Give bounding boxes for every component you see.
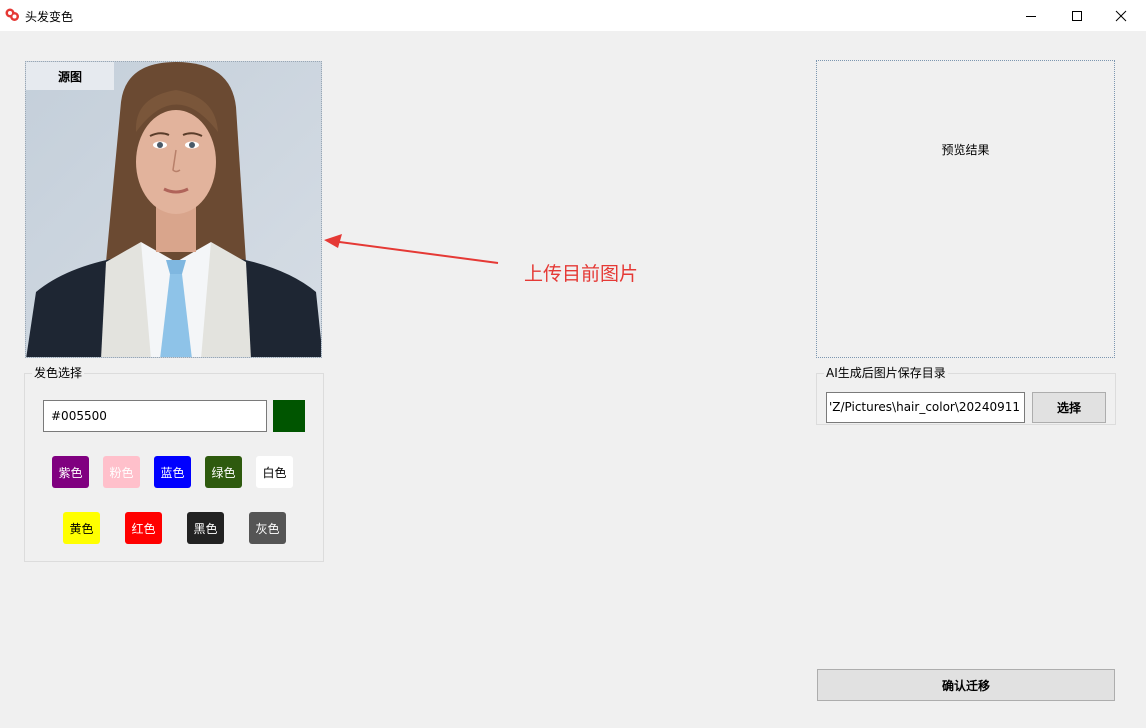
close-button[interactable] [1099,0,1143,31]
confirm-transfer-button[interactable]: 确认迁移 [817,669,1115,701]
title-bar: 头发变色 [0,0,1146,31]
preview-result-panel: 预览结果 [816,60,1115,358]
preview-result-label: 预览结果 [941,142,990,157]
preset-yellow-button[interactable]: 黄色 [63,512,100,544]
annotation-arrow [324,234,499,264]
preset-green-button[interactable]: 绿色 [205,456,242,488]
close-icon [1115,10,1127,21]
preset-black-button[interactable]: 黑色 [187,512,224,544]
preset-purple-button[interactable]: 紫色 [52,456,89,488]
save-dir-group: AI生成后图片保存目录 'Z/Pictures\hair_color\20240… [816,366,1116,425]
source-portrait-image [26,62,321,357]
save-dir-path-text: 'Z/Pictures\hair_color\20240911 [828,400,1020,414]
maximize-icon [1072,10,1082,21]
save-dir-group-title: AI生成后图片保存目录 [824,366,948,380]
hair-color-group-title: 发色选择 [32,366,85,380]
hex-color-input[interactable]: #005500 [43,400,267,432]
source-image-tab[interactable]: 源图 [26,62,114,90]
source-image-panel[interactable]: 源图 [25,61,322,358]
preset-red-button[interactable]: 红色 [125,512,162,544]
preset-pink-button[interactable]: 粉色 [103,456,140,488]
minimize-button[interactable] [1009,0,1053,31]
preset-white-button[interactable]: 白色 [256,456,293,488]
choose-dir-button[interactable]: 选择 [1032,392,1106,423]
save-dir-path-input[interactable]: 'Z/Pictures\hair_color\20240911 [826,392,1025,423]
preset-gray-button[interactable]: 灰色 [249,512,286,544]
minimize-icon [1026,15,1036,17]
window-title: 头发变色 [25,10,74,24]
selected-color-swatch[interactable] [273,400,305,432]
preset-blue-button[interactable]: 蓝色 [154,456,191,488]
annotation-label: 上传目前图片 [524,263,639,285]
maximize-button[interactable] [1055,0,1099,31]
app-logo-icon [4,7,20,23]
hair-color-group: 发色选择 #005500 紫色 粉色 蓝色 绿色 白色 黄色 红色 黑色 灰色 [24,366,324,562]
